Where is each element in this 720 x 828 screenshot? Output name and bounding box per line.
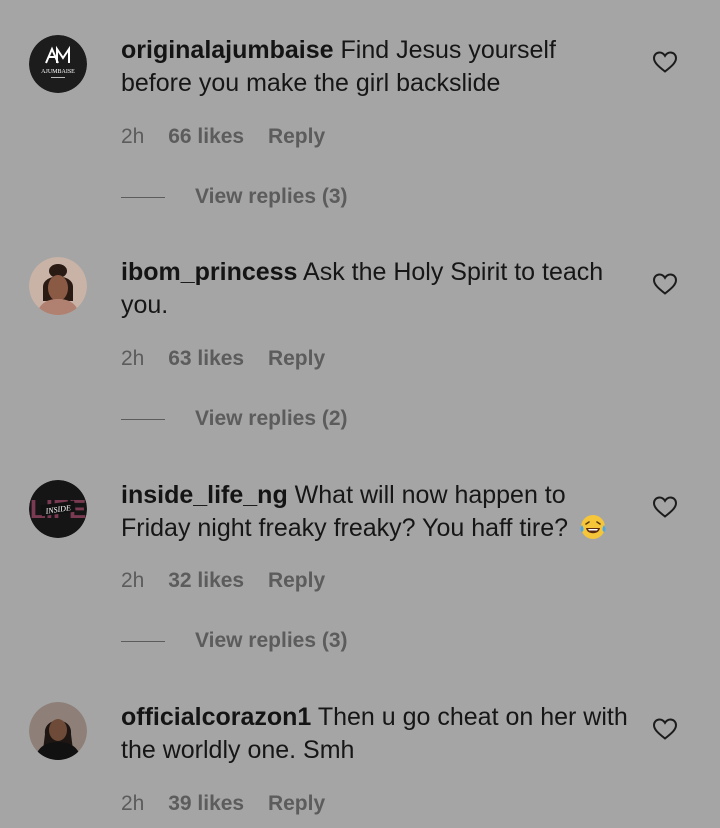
comment-text-block: inside_life_ng What will now happen to F…: [121, 479, 631, 545]
view-replies-label[interactable]: View replies (3): [195, 629, 348, 652]
reply-button[interactable]: Reply: [268, 569, 325, 592]
avatar[interactable]: [29, 702, 87, 760]
laughing-tears-emoji-icon: [579, 513, 607, 541]
comment-username[interactable]: originalajumbaise: [121, 36, 334, 64]
reply-button[interactable]: Reply: [268, 125, 325, 148]
comment-meta: 2h 66 likes Reply: [121, 123, 325, 151]
view-replies-button[interactable]: View replies (2): [121, 407, 348, 435]
comment-time: 2h: [121, 569, 145, 592]
comment-username[interactable]: ibom_princess: [121, 258, 297, 286]
like-heart-icon[interactable]: [652, 272, 678, 296]
comment-username[interactable]: officialcorazon1: [121, 703, 311, 731]
comment-text-block: ibom_princess Ask the Holy Spirit to tea…: [121, 256, 631, 322]
avatar[interactable]: [29, 257, 87, 315]
avatar[interactable]: LIFE INSIDE: [29, 480, 87, 538]
comment-likes[interactable]: 66 likes: [168, 125, 244, 148]
comment-meta: 2h 63 likes Reply: [121, 345, 325, 373]
avatar-logo-image: LIFE INSIDE: [29, 480, 87, 538]
view-replies-button[interactable]: View replies (3): [121, 629, 348, 657]
comment-username[interactable]: inside_life_ng: [121, 481, 288, 509]
replies-divider: [121, 418, 165, 420]
avatar-logo-image: AJUMBAISE: [29, 35, 87, 93]
comment-text-block: originalajumbaise Find Jesus yourself be…: [121, 34, 631, 100]
avatar-photo: [29, 702, 87, 760]
comment-meta: 2h 32 likes Reply: [121, 567, 325, 595]
comment-meta: 2h 39 likes Reply: [121, 790, 325, 818]
reply-button[interactable]: Reply: [268, 792, 325, 815]
comment-time: 2h: [121, 347, 145, 370]
comment-time: 2h: [121, 125, 145, 148]
svg-text:AJUMBAISE: AJUMBAISE: [41, 69, 75, 75]
replies-divider: [121, 196, 165, 198]
like-heart-icon[interactable]: [652, 717, 678, 741]
replies-divider: [121, 640, 165, 642]
view-replies-button[interactable]: View replies (3): [121, 185, 348, 213]
like-heart-icon[interactable]: [652, 50, 678, 74]
reply-button[interactable]: Reply: [268, 347, 325, 370]
comment-likes[interactable]: 39 likes: [168, 792, 244, 815]
comment-likes[interactable]: 32 likes: [168, 569, 244, 592]
comment-text-block: officialcorazon1 Then u go cheat on her …: [121, 701, 631, 767]
view-replies-label[interactable]: View replies (2): [195, 407, 348, 430]
avatar-photo: [29, 257, 87, 315]
view-replies-label[interactable]: View replies (3): [195, 185, 348, 208]
like-heart-icon[interactable]: [652, 495, 678, 519]
avatar[interactable]: AJUMBAISE: [29, 35, 87, 93]
comment-likes[interactable]: 63 likes: [168, 347, 244, 370]
comment-time: 2h: [121, 792, 145, 815]
